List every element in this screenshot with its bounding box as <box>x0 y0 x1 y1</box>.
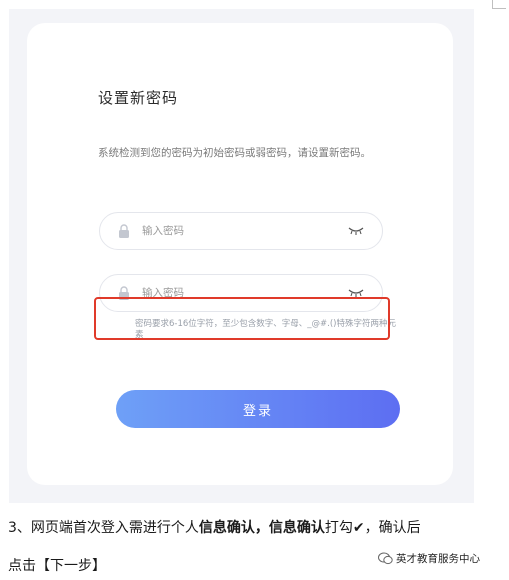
instruction-text: 打勾 <box>324 520 353 536</box>
instruction-line-1: 3、网页端首次登入需进行个人信息确认，信息确认打勾✔，确认后 <box>8 517 421 537</box>
screenshot-frame: 设置新密码 系统检测到您的密码为初始密码或弱密码，请设置新密码。 密码要求6-1… <box>9 9 474 503</box>
instruction-bold: 信息确认 <box>268 520 325 536</box>
check-mark-icon: ✔ <box>352 520 365 536</box>
description-text: 系统检测到您的密码为初始密码或弱密码，请设置新密码。 <box>98 147 371 159</box>
watermark-text: 英才教育服务中心 <box>396 553 480 565</box>
wechat-icon <box>378 552 393 565</box>
page-corner-mark <box>492 8 506 9</box>
instruction-comma: ， <box>254 520 269 536</box>
eye-closed-icon[interactable] <box>348 226 364 236</box>
instruction-line-2: 点击【下一步】 <box>8 558 106 574</box>
login-button[interactable]: 登录 <box>116 390 400 428</box>
page-title: 设置新密码 <box>98 89 179 107</box>
reset-password-card: 设置新密码 系统检测到您的密码为初始密码或弱密码，请设置新密码。 密码要求6-1… <box>27 23 453 485</box>
instruction-text: ，确认后 <box>364 520 421 536</box>
new-password-input[interactable] <box>142 220 322 242</box>
instruction-bold: 信息确认 <box>198 520 255 536</box>
new-password-field[interactable] <box>99 212 383 250</box>
instruction-text: 3、网页端首次登入需进行个人 <box>8 520 199 536</box>
lock-icon <box>119 224 129 238</box>
highlight-box <box>94 297 390 340</box>
watermark: 英才教育服务中心 <box>378 551 480 566</box>
